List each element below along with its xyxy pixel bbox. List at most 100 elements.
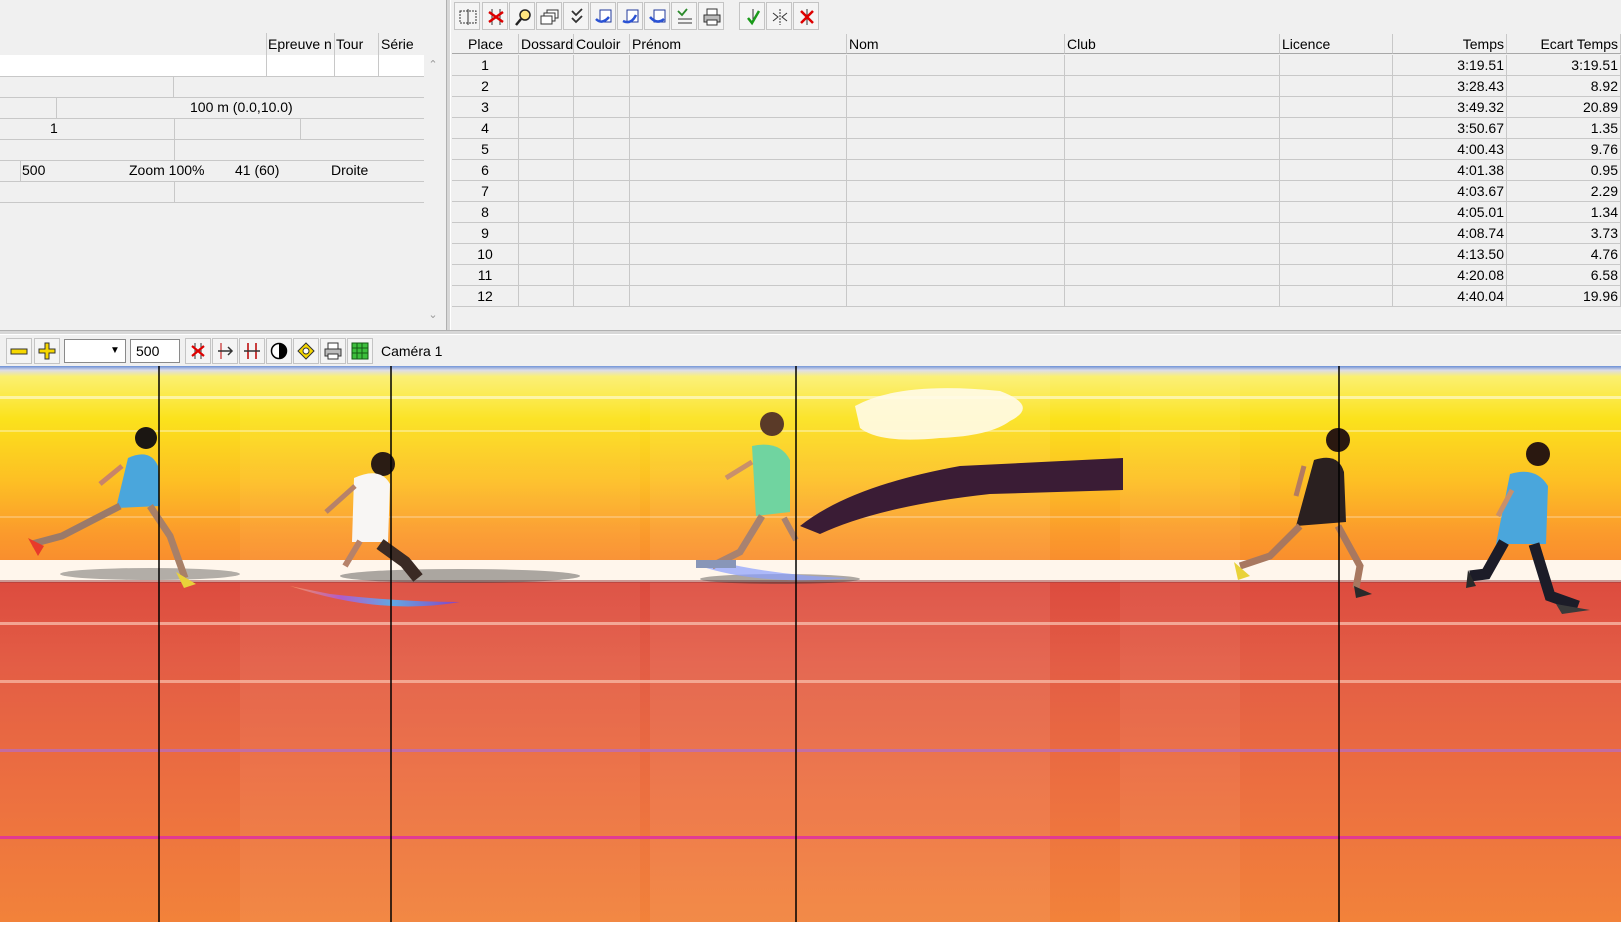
scroll-up-icon[interactable]: ⌃ [427,60,439,71]
cell-couloir[interactable] [574,181,630,201]
search-button[interactable] [509,2,535,30]
print-image-button[interactable] [320,338,346,364]
cell-prenom[interactable] [630,223,847,243]
cell-club[interactable] [1065,286,1280,306]
cell-prenom[interactable] [630,139,847,159]
cell-licence[interactable] [1280,202,1393,222]
header-epreuve[interactable]: Epreuve n [268,33,334,54]
cell-licence[interactable] [1280,265,1393,285]
cell-nom[interactable] [847,97,1065,117]
cell-club[interactable] [1065,181,1280,201]
cell-licence[interactable] [1280,181,1393,201]
center-button[interactable] [766,2,792,30]
col-dossard[interactable]: Dossard [519,34,574,54]
delete-marker-button[interactable] [482,2,508,30]
cell-couloir[interactable] [574,244,630,264]
cell-licence[interactable] [1280,139,1393,159]
cell-club[interactable] [1065,76,1280,96]
cell-prenom[interactable] [630,55,847,75]
cell-club[interactable] [1065,265,1280,285]
chevron-down-icon[interactable]: ▼ [107,341,123,361]
cell-nom[interactable] [847,286,1065,306]
table-row[interactable]: 3 3:49.32 20.89 [452,97,1621,118]
cell-prenom[interactable] [630,202,847,222]
cell-temps[interactable]: 4:03.67 [1393,181,1507,201]
header-tour[interactable]: Tour [336,33,378,54]
cell-dossard[interactable] [519,97,574,117]
cell-place[interactable]: 11 [452,265,519,285]
cell-couloir[interactable] [574,202,630,222]
table-row[interactable]: 6 4:01.38 0.95 [452,160,1621,181]
brightness-button[interactable] [293,338,319,364]
table-row[interactable]: 11 4:20.08 6.58 [452,265,1621,286]
cell-temps[interactable]: 4:08.74 [1393,223,1507,243]
cell-licence[interactable] [1280,160,1393,180]
cell-licence[interactable] [1280,223,1393,243]
header-serie[interactable]: Série [381,33,421,54]
cell-club[interactable] [1065,139,1280,159]
photo-finish-image[interactable] [0,366,1621,928]
cell-nom[interactable] [847,181,1065,201]
table-row[interactable]: 8 4:05.01 1.34 [452,202,1621,223]
cell-place[interactable]: 5 [452,139,519,159]
cell-licence[interactable] [1280,97,1393,117]
cell-temps[interactable]: 4:13.50 [1393,244,1507,264]
validate-button[interactable] [739,2,765,30]
cell-dossard[interactable] [519,139,574,159]
cell-place[interactable]: 8 [452,202,519,222]
cell-prenom[interactable] [630,97,847,117]
cell-couloir[interactable] [574,286,630,306]
cell-prenom[interactable] [630,160,847,180]
col-club[interactable]: Club [1065,34,1280,54]
check-button[interactable] [563,2,589,30]
cell-dossard[interactable] [519,76,574,96]
cell-dossard[interactable] [519,286,574,306]
cell-prenom[interactable] [630,76,847,96]
cell-couloir[interactable] [574,139,630,159]
col-ecart[interactable]: Ecart Temps [1507,34,1621,54]
cell-couloir[interactable] [574,97,630,117]
cell-ecart[interactable]: 0.95 [1507,160,1621,180]
cell-ecart[interactable]: 19.96 [1507,286,1621,306]
photo-finish-canvas[interactable] [0,366,1621,928]
cell-temps[interactable]: 3:19.51 [1393,55,1507,75]
cell-licence[interactable] [1280,286,1393,306]
col-temps[interactable]: Temps [1393,34,1507,54]
cell-place[interactable]: 12 [452,286,519,306]
cell-club[interactable] [1065,55,1280,75]
cell-nom[interactable] [847,265,1065,285]
cell-prenom[interactable] [630,286,847,306]
cell-dossard[interactable] [519,160,574,180]
cell-nom[interactable] [847,76,1065,96]
cell-temps[interactable]: 3:50.67 [1393,118,1507,138]
transfer-button[interactable] [644,2,670,30]
cancel-button[interactable] [793,2,819,30]
cell-club[interactable] [1065,160,1280,180]
cell-prenom[interactable] [630,265,847,285]
grid-button[interactable] [347,338,373,364]
cell-club[interactable] [1065,223,1280,243]
cell-nom[interactable] [847,118,1065,138]
cell-prenom[interactable] [630,244,847,264]
cell-ecart[interactable]: 2.29 [1507,181,1621,201]
cell-dossard[interactable] [519,55,574,75]
contrast-button[interactable] [266,338,292,364]
cell-club[interactable] [1065,97,1280,117]
table-row[interactable]: 2 3:28.43 8.92 [452,76,1621,97]
cell-place[interactable]: 6 [452,160,519,180]
table-row[interactable]: 7 4:03.67 2.29 [452,181,1621,202]
vertical-splitter[interactable] [446,0,451,332]
table-row[interactable]: 12 4:40.04 19.96 [452,286,1621,307]
cell-dossard[interactable] [519,118,574,138]
left-panel-scrollbar[interactable]: ⌃ ⌄ [424,54,442,328]
cell-club[interactable] [1065,244,1280,264]
zoom-out-button[interactable] [6,338,32,364]
cell-couloir[interactable] [574,160,630,180]
cell-place[interactable]: 3 [452,97,519,117]
cell-place[interactable]: 7 [452,181,519,201]
cell-ecart[interactable]: 20.89 [1507,97,1621,117]
cell-licence[interactable] [1280,55,1393,75]
cell-ecart[interactable]: 4.76 [1507,244,1621,264]
table-row[interactable]: 4 3:50.67 1.35 [452,118,1621,139]
cell-dossard[interactable] [519,202,574,222]
